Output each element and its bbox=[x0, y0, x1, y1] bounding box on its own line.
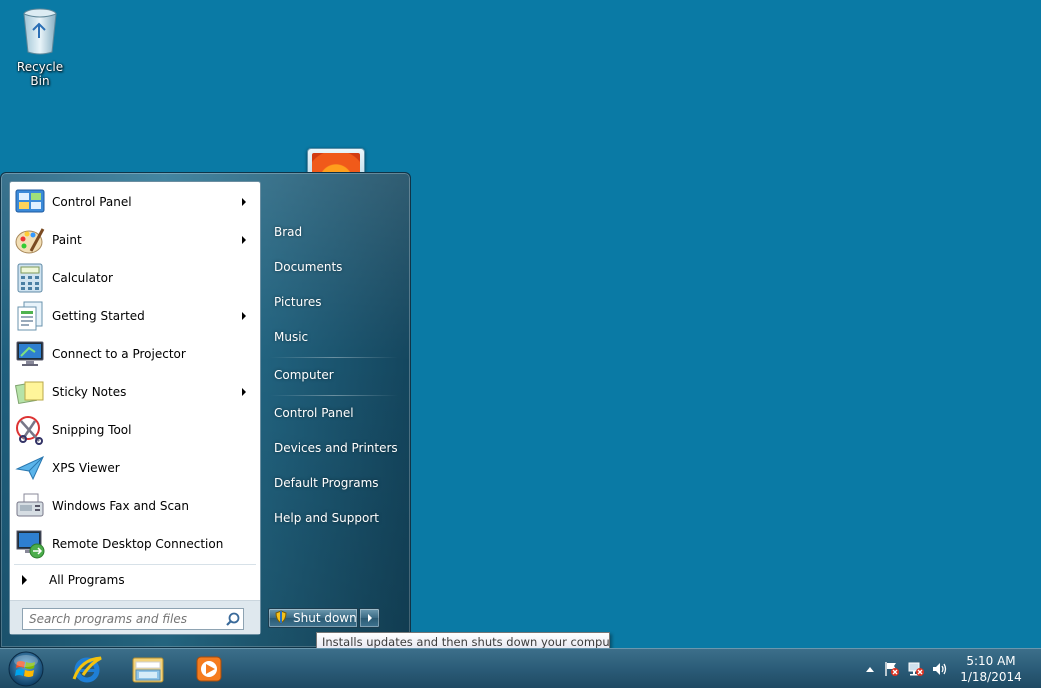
media-player-icon bbox=[196, 656, 222, 682]
search-input[interactable] bbox=[23, 612, 223, 626]
sticky-notes-icon bbox=[14, 376, 46, 408]
search-box[interactable] bbox=[22, 608, 244, 630]
program-label: Connect to a Projector bbox=[52, 347, 186, 361]
taskbar-windows-explorer[interactable] bbox=[119, 650, 177, 688]
show-hidden-icons-icon bbox=[866, 667, 874, 672]
program-item-sticky-notes[interactable]: Sticky Notes bbox=[12, 374, 258, 410]
program-item-xps-viewer[interactable]: XPS Viewer bbox=[12, 450, 258, 486]
control-panel-icon bbox=[14, 186, 46, 218]
shutdown-button[interactable]: Shut down bbox=[268, 608, 358, 628]
all-programs-divider bbox=[14, 564, 256, 565]
all-programs-button[interactable]: All Programs bbox=[12, 568, 258, 592]
right-item-documents[interactable]: Documents bbox=[266, 253, 402, 281]
program-item-remote-desktop[interactable]: Remote Desktop Connection bbox=[12, 526, 258, 562]
right-item-music[interactable]: Music bbox=[266, 323, 402, 351]
program-label: Getting Started bbox=[52, 309, 145, 323]
xps-viewer-icon bbox=[14, 452, 46, 484]
projector-icon bbox=[14, 338, 46, 370]
network-icon bbox=[908, 662, 924, 676]
taskbar: 5:10 AM 1/18/2014 bbox=[0, 648, 1041, 688]
submenu-arrow-icon[interactable] bbox=[242, 236, 246, 244]
shutdown-options-button[interactable] bbox=[359, 608, 380, 628]
submenu-arrow-icon[interactable] bbox=[242, 198, 246, 206]
getting-started-icon bbox=[14, 300, 46, 332]
right-pane-divider bbox=[270, 395, 398, 396]
clock-time: 5:10 AM bbox=[966, 654, 1016, 668]
program-item-fax-scan[interactable]: Windows Fax and Scan bbox=[12, 488, 258, 524]
taskbar-internet-explorer[interactable] bbox=[58, 650, 116, 688]
paint-icon bbox=[14, 224, 46, 256]
program-label: Sticky Notes bbox=[52, 385, 127, 399]
right-item-user-folder[interactable]: Brad bbox=[266, 218, 402, 246]
shutdown-label: Shut down bbox=[293, 611, 357, 625]
chevron-right-icon bbox=[367, 614, 372, 622]
right-item-help-support[interactable]: Help and Support bbox=[266, 504, 402, 532]
program-item-connect-projector[interactable]: Connect to a Projector bbox=[12, 336, 258, 372]
program-item-paint[interactable]: Paint bbox=[12, 222, 258, 258]
show-hidden-icons-button[interactable] bbox=[862, 661, 878, 677]
action-center-button[interactable] bbox=[884, 661, 900, 677]
program-label: XPS Viewer bbox=[52, 461, 120, 475]
program-item-control-panel[interactable]: Control Panel bbox=[12, 184, 258, 220]
snipping-tool-icon bbox=[14, 414, 46, 446]
desktop-icon-recycle-bin[interactable]: Recycle Bin bbox=[6, 6, 74, 88]
taskbar-clock[interactable]: 5:10 AM 1/18/2014 bbox=[954, 653, 1028, 685]
network-button[interactable] bbox=[908, 661, 924, 677]
right-item-devices-printers[interactable]: Devices and Printers bbox=[266, 434, 402, 462]
program-label: Remote Desktop Connection bbox=[52, 537, 224, 551]
volume-icon bbox=[933, 663, 947, 675]
search-icon[interactable] bbox=[223, 609, 243, 629]
program-label: Paint bbox=[52, 233, 82, 247]
start-button[interactable] bbox=[5, 649, 47, 688]
calculator-icon bbox=[14, 262, 46, 294]
program-label: Calculator bbox=[52, 271, 113, 285]
fax-scan-icon bbox=[14, 490, 46, 522]
remote-desktop-icon bbox=[14, 528, 46, 560]
search-area bbox=[10, 600, 260, 634]
right-item-computer[interactable]: Computer bbox=[266, 361, 402, 389]
program-item-calculator[interactable]: Calculator bbox=[12, 260, 258, 296]
internet-explorer-icon bbox=[72, 656, 102, 683]
recycle-bin-icon bbox=[23, 8, 57, 55]
desktop-icon-label: Recycle Bin bbox=[16, 60, 64, 88]
volume-button[interactable] bbox=[932, 661, 948, 677]
action-center-icon bbox=[885, 662, 899, 676]
taskbar-media-player[interactable] bbox=[180, 650, 238, 688]
program-label: Control Panel bbox=[52, 195, 132, 209]
windows-orb-icon bbox=[8, 651, 44, 687]
windows-explorer-icon bbox=[132, 657, 164, 683]
right-pane-divider bbox=[270, 357, 398, 358]
submenu-arrow-icon[interactable] bbox=[242, 312, 246, 320]
right-item-default-programs[interactable]: Default Programs bbox=[266, 469, 402, 497]
right-item-pictures[interactable]: Pictures bbox=[266, 288, 402, 316]
right-item-control-panel[interactable]: Control Panel bbox=[266, 399, 402, 427]
clock-date: 1/18/2014 bbox=[960, 670, 1022, 684]
uac-shield-icon bbox=[275, 609, 287, 627]
program-item-snipping-tool[interactable]: Snipping Tool bbox=[12, 412, 258, 448]
all-programs-arrow-icon bbox=[22, 575, 27, 585]
program-label: Snipping Tool bbox=[52, 423, 132, 437]
submenu-arrow-icon[interactable] bbox=[242, 388, 246, 396]
program-label: Windows Fax and Scan bbox=[52, 499, 190, 513]
programs-pane: Control Panel Paint Calculator Getting S… bbox=[9, 181, 261, 635]
program-item-getting-started[interactable]: Getting Started bbox=[12, 298, 258, 334]
all-programs-label: All Programs bbox=[49, 573, 125, 587]
